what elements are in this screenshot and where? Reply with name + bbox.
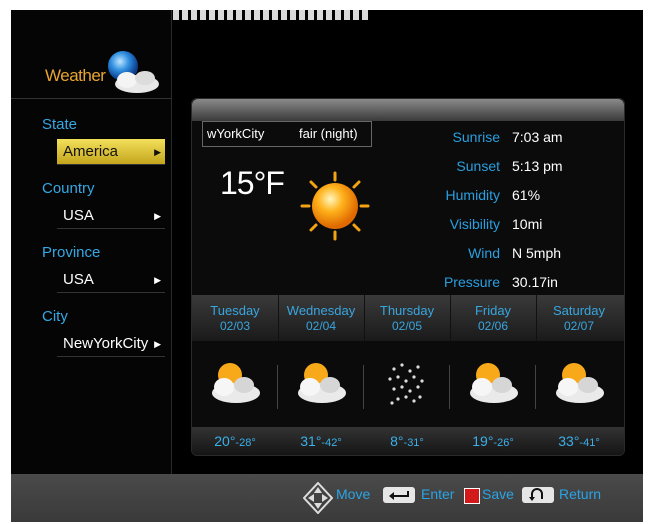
forecast-day-name: Friday bbox=[474, 303, 512, 318]
detail-key: Visibility bbox=[449, 216, 500, 232]
state-selector[interactable]: America ▶ bbox=[57, 139, 165, 165]
partly-cloudy-icon bbox=[192, 355, 278, 415]
forecast-day: Friday 02/06 bbox=[450, 295, 537, 341]
current-city: wYorkCity bbox=[207, 126, 265, 141]
country-value: USA bbox=[63, 207, 94, 224]
detail-row-wind: Wind N 5mph bbox=[392, 245, 612, 269]
temp-high: 31° bbox=[300, 433, 322, 449]
city-value: NewYorkCity bbox=[63, 335, 149, 352]
forecast-day-date: 02/06 bbox=[477, 319, 509, 333]
forecast-day-date: 02/03 bbox=[219, 319, 251, 333]
globe-cloud-icon bbox=[108, 51, 159, 93]
enter-hint: Enter bbox=[421, 486, 455, 502]
temp-low: -31° bbox=[403, 437, 424, 449]
province-value: USA bbox=[63, 271, 94, 288]
partly-cloudy-icon bbox=[278, 355, 364, 415]
detail-key: Sunset bbox=[456, 158, 500, 174]
detail-row-sunset: Sunset 5:13 pm bbox=[392, 158, 612, 182]
forecast-temp: 19°-26° bbox=[450, 427, 536, 455]
temp-low: -28° bbox=[235, 437, 256, 449]
temp-high: 19° bbox=[472, 433, 494, 449]
forecast-temp: 20°-28° bbox=[192, 427, 278, 455]
return-key-icon[interactable] bbox=[521, 486, 555, 504]
detail-key: Pressure bbox=[443, 274, 500, 290]
forecast-day-name: Thursday bbox=[379, 303, 435, 318]
city-label: City bbox=[42, 308, 68, 325]
weather-logo: Weather bbox=[41, 46, 171, 96]
detail-value: 7:03 am bbox=[512, 129, 563, 145]
forecast-temps-bar: 20°-28° 31°-42° 8°-31° 19°-26° 33°-41° bbox=[192, 427, 624, 455]
forecast-day-name: Saturday bbox=[552, 303, 606, 318]
chevron-right-icon: ▶ bbox=[154, 339, 161, 349]
current-condition: fair (night) bbox=[299, 126, 358, 141]
partly-cloudy-icon bbox=[536, 355, 622, 415]
province-label: Province bbox=[42, 244, 101, 261]
temp-low: -42° bbox=[321, 437, 342, 449]
forecast-day: Tuesday 02/03 bbox=[192, 295, 279, 341]
red-key-icon[interactable] bbox=[464, 488, 480, 504]
detail-value: 30.17in bbox=[512, 274, 558, 290]
forecast-day-name: Wednesday bbox=[286, 303, 356, 318]
sun-icon bbox=[300, 171, 370, 241]
forecast-temp: 33°-41° bbox=[536, 427, 622, 455]
tv-screen: Weather State America ▶ Country USA ▶ Pr… bbox=[11, 10, 643, 522]
forecast-icons bbox=[192, 349, 624, 419]
sidebar: Weather State America ▶ Country USA ▶ Pr… bbox=[11, 10, 172, 474]
detail-key: Sunrise bbox=[452, 129, 500, 145]
move-hint: Move bbox=[336, 486, 371, 502]
current-location-box: wYorkCity fair (night) bbox=[202, 121, 372, 147]
province-selector[interactable]: USA ▶ bbox=[57, 267, 165, 293]
forecast-day-date: 02/05 bbox=[391, 319, 423, 333]
detail-row-visibility: Visibility 10mi bbox=[392, 216, 612, 240]
country-selector[interactable]: USA ▶ bbox=[57, 203, 165, 229]
temp-low: -26° bbox=[493, 437, 514, 449]
detail-row-sunrise: Sunrise 7:03 am bbox=[392, 129, 612, 153]
partly-cloudy-icon bbox=[450, 355, 536, 415]
panel-header-bar bbox=[192, 99, 624, 121]
temp-high: 8° bbox=[390, 433, 404, 449]
temp-high: 20° bbox=[214, 433, 236, 449]
divider bbox=[11, 98, 171, 99]
forecast-day: Saturday 02/07 bbox=[536, 295, 622, 341]
forecast-day-date: 02/07 bbox=[563, 319, 595, 333]
temp-high: 33° bbox=[558, 433, 580, 449]
chevron-right-icon: ▶ bbox=[154, 275, 161, 285]
state-label: State bbox=[42, 116, 78, 133]
detail-key: Wind bbox=[468, 245, 500, 261]
return-hint: Return bbox=[559, 486, 602, 502]
save-hint: Save bbox=[482, 486, 514, 502]
detail-value: N 5mph bbox=[512, 245, 562, 261]
chevron-right-icon: ▶ bbox=[154, 147, 161, 157]
key-hint-bar: Move Enter Save Return bbox=[11, 474, 643, 522]
forecast-day: Wednesday 02/04 bbox=[278, 295, 365, 341]
detail-row-humidity: Humidity 61% bbox=[392, 187, 612, 211]
forecast-days-bar: Tuesday 02/03 Wednesday 02/04 Thursday 0… bbox=[192, 295, 624, 341]
detail-value: 10mi bbox=[512, 216, 543, 232]
current-temperature: 15°F bbox=[220, 165, 285, 201]
city-selector[interactable]: NewYorkCity ▶ bbox=[57, 331, 165, 357]
snow-icon bbox=[364, 355, 450, 415]
detail-key: Humidity bbox=[445, 187, 500, 203]
forecast-temp: 31°-42° bbox=[278, 427, 364, 455]
chevron-right-icon: ▶ bbox=[154, 211, 161, 221]
detail-value: 61% bbox=[512, 187, 541, 203]
dpad-icon[interactable] bbox=[303, 482, 333, 514]
enter-key-icon[interactable] bbox=[382, 486, 416, 504]
forecast-day-name: Tuesday bbox=[210, 303, 260, 318]
temp-low: -41° bbox=[579, 437, 600, 449]
forecast-temp: 8°-31° bbox=[364, 427, 450, 455]
forecast-day: Thursday 02/05 bbox=[364, 295, 451, 341]
weather-panel: wYorkCity fair (night) 15°F Sunrise 7:03… bbox=[191, 98, 625, 456]
state-value: America bbox=[63, 143, 119, 160]
forecast-day-date: 02/04 bbox=[305, 319, 337, 333]
detail-value: 5:13 pm bbox=[512, 158, 563, 174]
country-label: Country bbox=[42, 180, 95, 197]
